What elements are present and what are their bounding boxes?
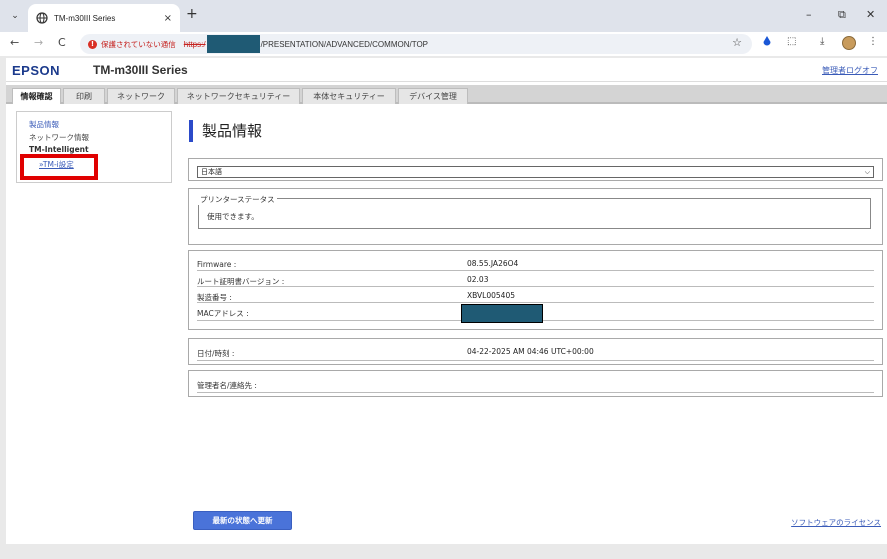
info-row-firmware: Firmware : 08.55.JA26O4 — [197, 255, 874, 271]
back-button[interactable]: ← — [10, 36, 19, 49]
datetime-section: 日付/時刻 : 04-22-2025 AM 04:46 UTC+00:00 — [188, 338, 883, 365]
refresh-button[interactable]: 最新の状態へ更新 — [193, 511, 292, 530]
bookmark-star-icon[interactable]: ☆ — [732, 36, 742, 49]
extensions-puzzle-icon[interactable]: ⬚ — [787, 36, 796, 47]
warning-icon: ! — [88, 39, 97, 49]
sidebar-item-product-info[interactable]: 製品情報 — [29, 119, 59, 130]
printer-status-value: 使用できます。 — [207, 212, 259, 221]
info-label: MACアドレス : — [197, 309, 249, 318]
info-value: 02.03 — [467, 275, 489, 284]
security-warning[interactable]: 保護されていない通信 — [101, 39, 176, 50]
info-value: XBVL005405 — [467, 291, 515, 300]
datetime-label: 日付/時刻 : — [197, 349, 235, 358]
info-row-datetime: 日付/時刻 : 04-22-2025 AM 04:46 UTC+00:00 — [197, 343, 874, 361]
redacted-mac-address — [461, 304, 543, 323]
reload-button[interactable]: C — [58, 36, 66, 49]
new-tab-button[interactable]: + — [186, 6, 198, 22]
datetime-value: 04-22-2025 AM 04:46 UTC+00:00 — [467, 347, 594, 356]
language-section: 日本語 ⌵ — [188, 158, 883, 181]
tab-device-security[interactable]: 本体セキュリティー — [302, 88, 396, 104]
profile-avatar[interactable] — [842, 36, 856, 50]
forward-button[interactable]: → — [34, 36, 43, 49]
highlight-annotation-box — [20, 154, 98, 180]
info-label: 製造番号 : — [197, 293, 232, 302]
restore-button[interactable]: ⧉ — [838, 8, 846, 22]
printer-status-section: 使用できます。 プリンターステータス — [188, 188, 883, 245]
chevron-down-icon: ⌵ — [864, 168, 870, 176]
device-info-section: Firmware : 08.55.JA26O4 ルート証明書バージョン : 02… — [188, 250, 883, 330]
tab-close-icon[interactable]: × — [164, 13, 172, 24]
browser-tab-strip: ⌄ TM-m30III Series × + – ⧉ ✕ — [0, 0, 887, 32]
info-row-serial: 製造番号 : XBVL005405 — [197, 287, 874, 303]
info-row-root-cert: ルート証明書バージョン : 02.03 — [197, 271, 874, 287]
epson-logo: EPSON — [12, 63, 61, 78]
printer-status-legend: プリンターステータス — [198, 194, 277, 205]
more-menu-icon[interactable]: ⋮ — [868, 36, 878, 47]
close-window-button[interactable]: ✕ — [866, 8, 875, 21]
tab-search-button[interactable]: ⌄ — [6, 7, 24, 25]
globe-icon — [36, 12, 48, 24]
info-label: ルート証明書バージョン : — [197, 277, 285, 286]
info-row-admin: 管理者名/連絡先 : — [197, 375, 874, 393]
printer-status-fieldset: 使用できます。 — [198, 198, 871, 229]
info-value: 08.55.JA26O4 — [467, 259, 519, 268]
tab-network[interactable]: ネットワーク — [107, 88, 175, 104]
download-icon[interactable]: ⤓ — [820, 36, 824, 47]
tab-print[interactable]: 印刷 — [63, 88, 105, 104]
main-tab-bar: 情報確認 印刷 ネットワーク ネットワークセキュリティー 本体セキュリティー デ… — [6, 85, 887, 104]
url-scheme: https:/ — [183, 39, 206, 49]
browser-toolbar: ← → C ! 保護されていない通信 https:/ /PRESENTATION… — [0, 32, 887, 56]
language-select-value: 日本語 — [201, 168, 222, 176]
tab-network-security[interactable]: ネットワークセキュリティー — [177, 88, 300, 104]
info-label: Firmware : — [197, 260, 237, 269]
software-license-link[interactable]: ソフトウェアのライセンス — [791, 517, 881, 528]
tab-info[interactable]: 情報確認 — [12, 88, 61, 104]
browser-tab[interactable]: TM-m30III Series × — [28, 4, 180, 32]
tab-device-management[interactable]: デバイス管理 — [398, 88, 468, 104]
minimize-button[interactable]: – — [806, 8, 812, 21]
language-select[interactable]: 日本語 ⌵ — [197, 166, 874, 178]
admin-label: 管理者名/連絡先 : — [197, 381, 257, 390]
url-path: /PRESENTATION/ADVANCED/COMMON/TOP — [260, 39, 428, 49]
address-bar[interactable]: ! 保護されていない通信 https:/ /PRESENTATION/ADVAN… — [80, 34, 752, 54]
extension-drop-icon[interactable] — [763, 36, 771, 49]
sidebar-item-tm-intelligent: TM-Intelligent — [29, 145, 89, 154]
tab-title: TM-m30III Series — [54, 13, 116, 23]
admin-logoff-link[interactable]: 管理者ログオフ — [822, 65, 878, 76]
app-header: EPSON TM-m30III Series 管理者ログオフ — [6, 58, 887, 82]
title-accent-bar — [189, 120, 193, 142]
sidebar-item-network-info[interactable]: ネットワーク情報 — [29, 132, 89, 143]
info-row-mac: MACアドレス : — [197, 303, 874, 323]
redacted-host — [206, 35, 260, 53]
admin-section: 管理者名/連絡先 : — [188, 370, 883, 397]
model-title: TM-m30III Series — [93, 63, 188, 77]
page-title: 製品情報 — [202, 122, 263, 140]
page: EPSON TM-m30III Series 管理者ログオフ 情報確認 印刷 ネ… — [6, 58, 887, 544]
